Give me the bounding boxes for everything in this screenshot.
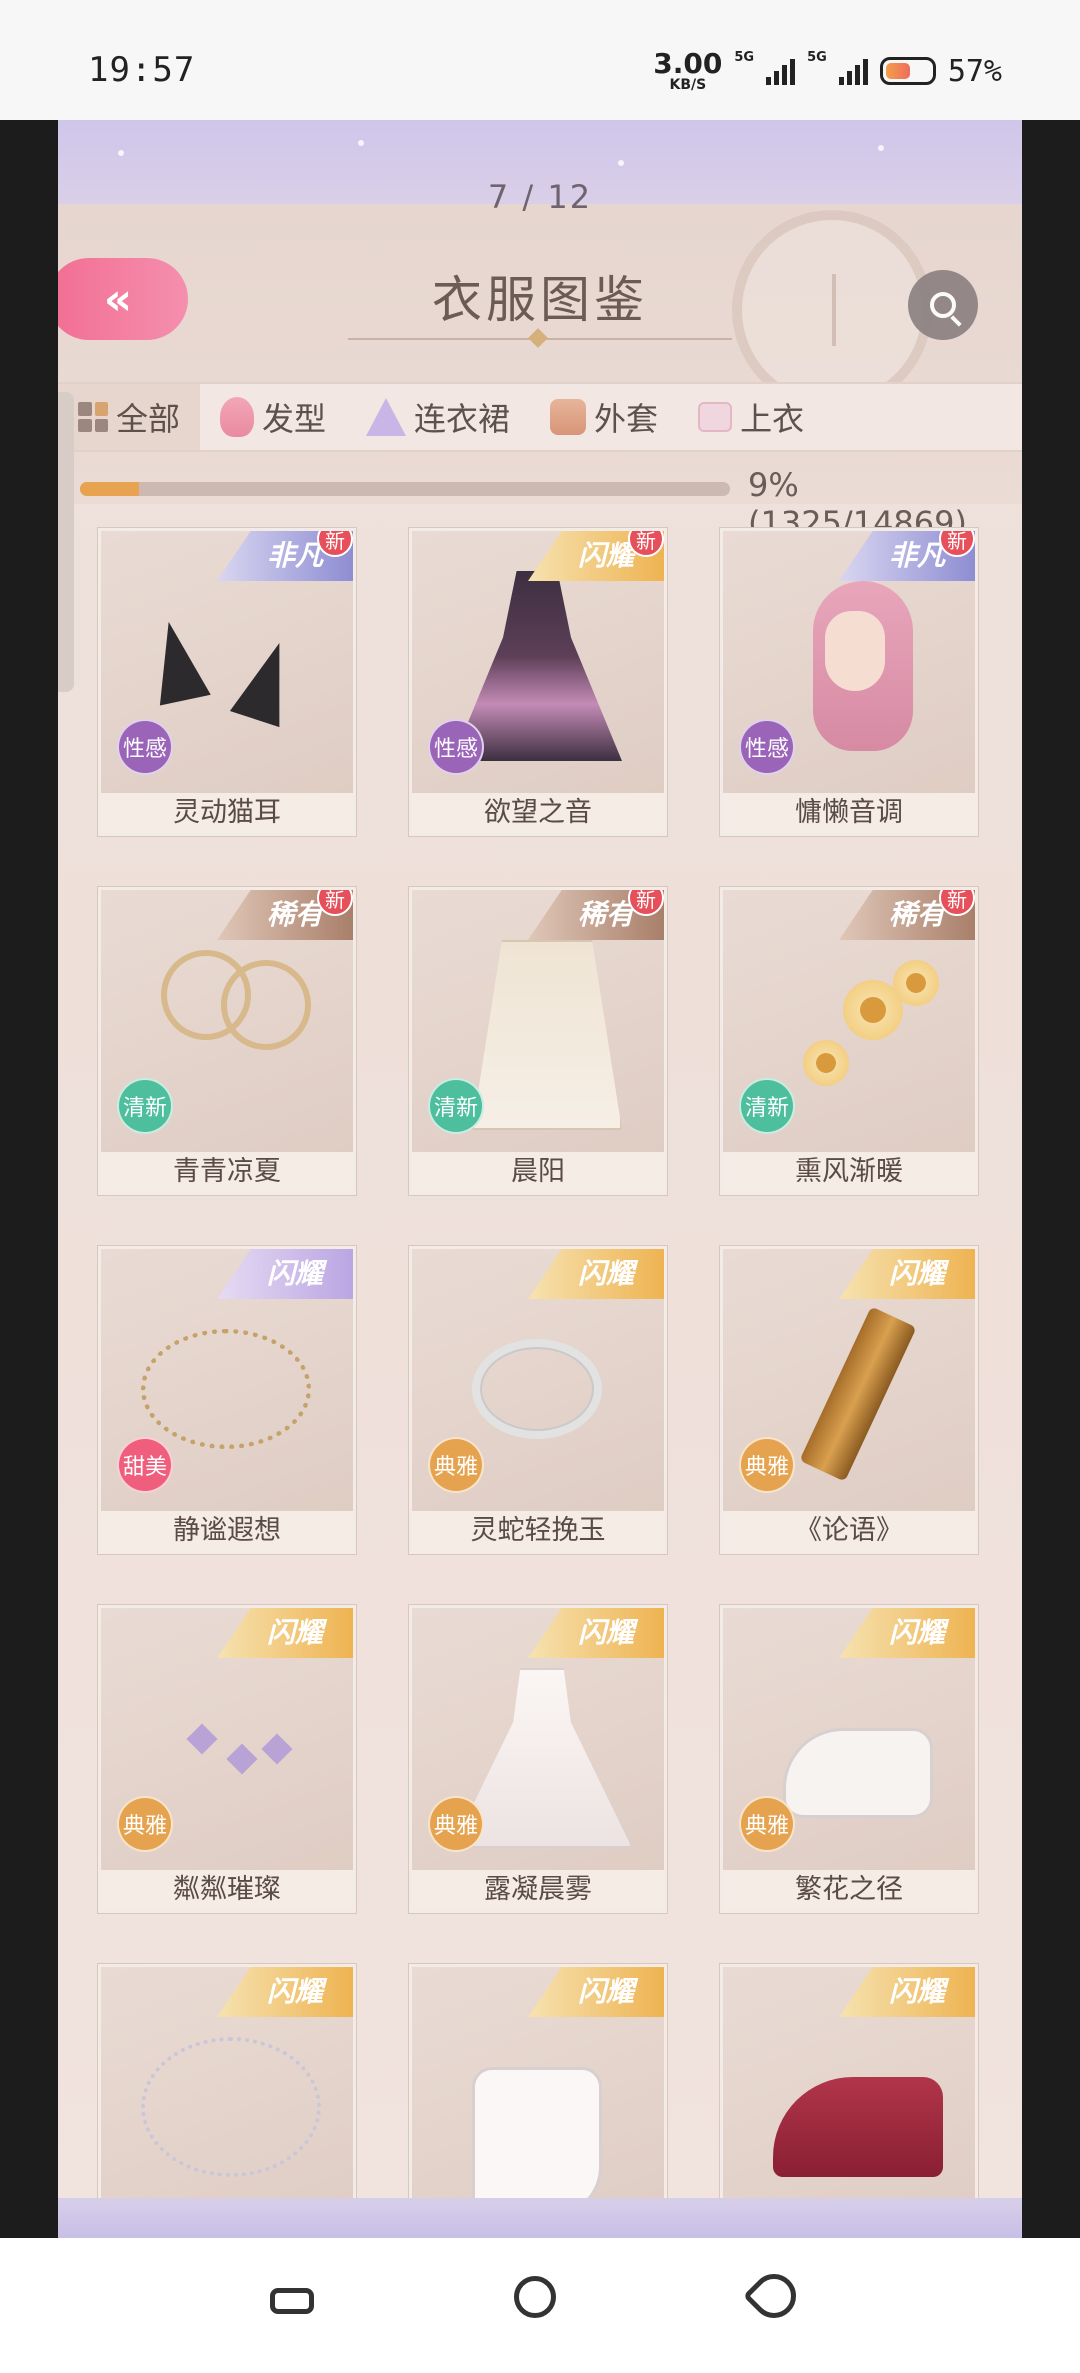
recent-apps-icon[interactable] [270, 2288, 314, 2314]
item-card[interactable]: 闪耀 甜美 静谧遐想 [98, 1246, 356, 1554]
item-card[interactable]: 非凡 新 性感 慵懒音调 [720, 528, 978, 836]
tab-label: 连衣裙 [414, 400, 511, 438]
item-card[interactable]: 闪耀 典雅 《论语》 [720, 1246, 978, 1554]
tab-label: 外套 [594, 400, 659, 438]
item-name: 《论语》 [723, 1511, 975, 1551]
item-card[interactable]: 闪耀 新 性感 欲望之音 [409, 528, 667, 836]
item-card[interactable]: 闪耀 典雅 露凝晨雾 [409, 1605, 667, 1913]
tab-label: 发型 [262, 400, 327, 438]
item-card[interactable]: 闪耀 典雅 灵蛇轻挽玉 [409, 1246, 667, 1554]
style-badge: 性感 [428, 719, 484, 775]
page-title: 衣服图鉴 [432, 271, 648, 329]
item-name: 露凝晨雾 [412, 1870, 664, 1910]
status-icons: 3.00 KB/S 5G 5G 57% [653, 47, 1002, 93]
item-name: 青青凉夏 [101, 1152, 353, 1192]
side-letterbox-left [0, 120, 58, 2238]
coat-icon [550, 399, 587, 435]
tab-top[interactable]: 上衣 [678, 384, 824, 450]
status-bar: 19:57 3.00 KB/S 5G 5G 57% [0, 0, 1080, 120]
style-badge: 甜美 [117, 1437, 173, 1493]
tab-label: 上衣 [740, 400, 805, 438]
back-icon[interactable] [742, 2264, 806, 2328]
style-badge: 典雅 [117, 1796, 173, 1852]
system-nav-bar [0, 2238, 1080, 2373]
progress-fill [80, 482, 139, 496]
item-name: 欲望之音 [412, 793, 664, 833]
item-name: 粼粼璀璨 [101, 1870, 353, 1910]
item-card[interactable]: 闪耀 典雅 粼粼璀璨 [98, 1605, 356, 1913]
top-icon [698, 402, 733, 432]
item-card[interactable]: 闪耀 [409, 1964, 667, 2238]
style-badge: 典雅 [428, 1437, 484, 1493]
item-name: 晨阳 [412, 1152, 664, 1192]
item-name: 熏风渐暖 [723, 1152, 975, 1192]
item-card[interactable]: 闪耀 [720, 1964, 978, 2238]
network-type-label: 5G [734, 50, 755, 65]
signal-icon [766, 57, 796, 85]
network-speed: 3.00 KB/S [653, 47, 723, 93]
battery-icon [879, 57, 936, 85]
item-name: 繁花之径 [723, 1870, 975, 1910]
tab-label: 全部 [116, 400, 181, 438]
side-letterbox-right [1022, 120, 1080, 2238]
item-name: 灵蛇轻挽玉 [412, 1511, 664, 1551]
item-name: 静谧遐想 [101, 1511, 353, 1551]
style-badge: 典雅 [739, 1437, 795, 1493]
side-pull-handle[interactable] [58, 392, 74, 692]
grid-icon [78, 402, 108, 432]
item-card[interactable]: 非凡 新 性感 灵动猫耳 [98, 528, 356, 836]
game-frame: 7 / 12 « 衣服图鉴 全部 发型 连衣裙 外套 上衣 9% (1325/1… [58, 120, 1022, 2238]
item-card[interactable]: 稀有 新 清新 青青凉夏 [98, 887, 356, 1195]
signal-icon-2 [838, 57, 868, 85]
frame-bottom-border [58, 2198, 1022, 2238]
item-card[interactable]: 闪耀 典雅 繁花之径 [720, 1605, 978, 1913]
item-card[interactable]: 稀有 新 清新 晨阳 [409, 887, 667, 1195]
network-speed-unit: KB/S [669, 77, 707, 93]
search-button[interactable] [908, 270, 978, 340]
home-icon[interactable] [514, 2276, 556, 2318]
item-card[interactable]: 闪耀 [98, 1964, 356, 2238]
item-name: 慵懒音调 [723, 793, 975, 833]
style-badge: 典雅 [739, 1796, 795, 1852]
style-badge: 性感 [117, 719, 173, 775]
category-tabs: 全部 发型 连衣裙 外套 上衣 [58, 382, 1022, 452]
dress-icon [366, 398, 407, 436]
page-indicator: 7 / 12 [487, 178, 593, 216]
style-badge: 典雅 [428, 1796, 484, 1852]
collection-progress-bar [80, 482, 730, 496]
tab-hairstyle[interactable]: 发型 [200, 384, 346, 450]
style-badge: 清新 [117, 1078, 173, 1134]
tab-coat[interactable]: 外套 [530, 384, 678, 450]
battery-percent: 57% [947, 53, 1002, 89]
style-badge: 清新 [428, 1078, 484, 1134]
network-type-label-2: 5G [807, 50, 827, 65]
item-grid: 非凡 新 性感 灵动猫耳 闪耀 新 性感 欲望之音 非凡 新 性感 慵懒音调 稀… [98, 528, 982, 2238]
style-badge: 清新 [739, 1078, 795, 1134]
hair-icon [220, 397, 255, 437]
tab-dress[interactable]: 连衣裙 [346, 384, 530, 450]
item-card[interactable]: 稀有 新 清新 熏风渐暖 [720, 887, 978, 1195]
network-speed-value: 3.00 [653, 47, 723, 80]
style-badge: 性感 [739, 719, 795, 775]
item-name: 灵动猫耳 [101, 793, 353, 833]
search-icon [930, 292, 956, 318]
tab-all[interactable]: 全部 [58, 384, 201, 450]
status-time: 19:57 [88, 50, 196, 90]
